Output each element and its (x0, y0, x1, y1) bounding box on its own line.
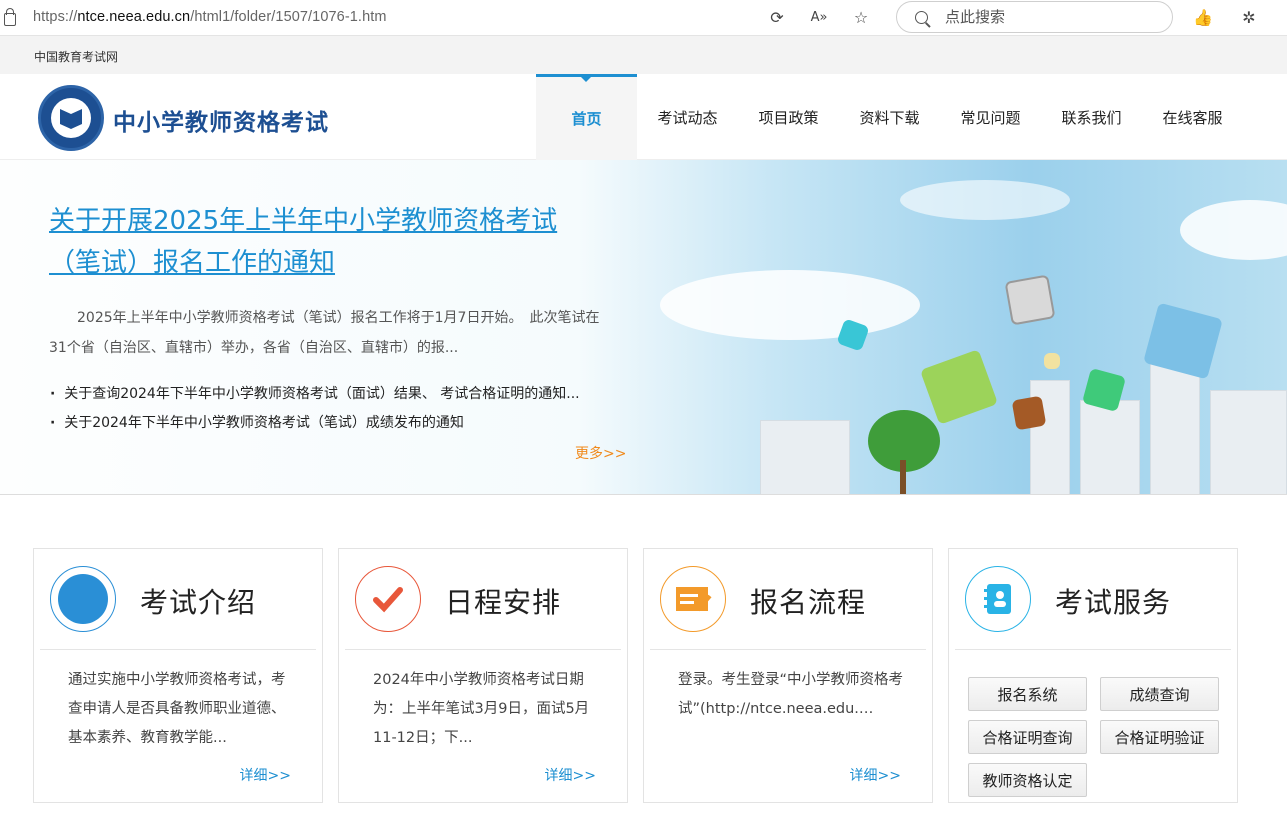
nav-item-home[interactable]: 首页 (536, 74, 637, 160)
nav-item-downloads[interactable]: 资料下载 (839, 74, 940, 160)
city-skyline (760, 420, 850, 494)
news-item-link[interactable]: 关于查询2024年下半年中小学教师资格考试（面试）结果、 考试合格证明的通知..… (50, 380, 579, 409)
logo-emblem-icon[interactable] (38, 85, 104, 151)
site-header: 中小学教师资格考试 首页 考试动态 项目政策 资料下载 常见问题 联系我们 在线… (0, 74, 1287, 160)
tree-trunk (900, 460, 906, 494)
registration-system-button[interactable]: 报名系统 (968, 677, 1087, 711)
certificate-query-button[interactable]: 合格证明查询 (968, 720, 1087, 754)
read-aloud-icon[interactable]: A» (808, 6, 830, 28)
card-detail-link[interactable]: 详细>> (850, 765, 901, 785)
certificate-verify-button[interactable]: 合格证明验证 (1100, 720, 1219, 754)
city-skyline (1080, 400, 1140, 494)
city-skyline (1150, 360, 1200, 494)
card-title[interactable]: 考试介绍 (140, 581, 256, 621)
city-skyline (1210, 390, 1287, 494)
card-text: 通过实施中小学教师资格考试，考查申请人是否具备教师职业道德、基本素养、教育教学能… (68, 672, 286, 746)
card-text: 2024年中小学教师资格考试日期为：上半年笔试3月9日，面试5月11-12日；下… (373, 672, 590, 746)
thumbs-up-icon[interactable]: 👍 (1192, 6, 1214, 28)
card-divider (345, 649, 621, 650)
card-title[interactable]: 考试服务 (1055, 581, 1171, 621)
nav-item-faq[interactable]: 常见问题 (940, 74, 1041, 160)
contact-book-icon (965, 566, 1031, 632)
card-registration-process: 报名流程 登录。考生登录“中小学教师资格考试”(http://ntce.neea… (643, 548, 933, 803)
card-title[interactable]: 报名流程 (750, 581, 866, 621)
card-divider (650, 649, 926, 650)
refresh-translate-icon[interactable]: ⟳ (766, 6, 788, 28)
card-exam-services: 考试服务 报名系统 成绩查询 合格证明查询 合格证明验证 教师资格认定 (948, 548, 1238, 803)
form-edit-icon (660, 566, 726, 632)
card-exam-intro: 考试介绍 通过实施中小学教师资格考试，考查申请人是否具备教师职业道德、基本素养、… (33, 548, 323, 803)
nav-item-policy[interactable]: 项目政策 (738, 74, 839, 160)
checkmark-icon (355, 566, 421, 632)
browser-search-box[interactable] (896, 1, 1173, 33)
green-cube-decoration (919, 349, 999, 425)
card-detail-link[interactable]: 详细>> (545, 765, 596, 785)
document-pen-icon (50, 566, 116, 632)
card-divider (40, 649, 316, 650)
url-text[interactable]: https://ntce.neea.edu.cn/html1/folder/15… (33, 9, 387, 25)
lock-icon[interactable] (4, 7, 16, 26)
banner-news-list: 关于查询2024年下半年中小学教师资格考试（面试）结果、 考试合格证明的通知..… (50, 380, 580, 438)
score-query-button[interactable]: 成绩查询 (1100, 677, 1219, 711)
top-strip: 中国教育考试网 (0, 36, 1287, 74)
extensions-icon[interactable]: ✲ (1238, 6, 1260, 28)
cloud-decoration (900, 180, 1070, 220)
card-title[interactable]: 日程安排 (445, 581, 561, 621)
cube-decoration (1011, 395, 1047, 431)
news-item-link[interactable]: 关于2024年下半年中小学教师资格考试（笔试）成绩发布的通知 (50, 409, 580, 438)
card-text: 登录。考生登录“中小学教师资格考试”(http://ntce.neea.edu.… (678, 672, 904, 717)
url-field[interactable]: https://ntce.neea.edu.cn/html1/folder/15… (0, 0, 886, 34)
card-detail-link[interactable]: 详细>> (240, 765, 291, 785)
cloud-decoration (660, 270, 920, 340)
banner-headline-link[interactable]: 关于开展2025年上半年中小学教师资格考试（笔试）报名工作的通知 (49, 200, 609, 284)
banner-summary: 2025年上半年中小学教师资格考试（笔试）报名工作将于1月7日开始。 此次笔试在… (49, 310, 600, 356)
news-banner: 关于开展2025年上半年中小学教师资格考试（笔试）报名工作的通知 2025年上半… (0, 160, 1287, 495)
main-nav: 首页 考试动态 项目政策 资料下载 常见问题 联系我们 在线客服 (536, 74, 1243, 160)
card-divider (955, 649, 1231, 650)
neea-home-link[interactable]: 中国教育考试网 (34, 48, 118, 65)
card-schedule: 日程安排 2024年中小学教师资格考试日期为：上半年笔试3月9日，面试5月11-… (338, 548, 628, 803)
cloud-decoration (1180, 200, 1287, 260)
browser-address-bar: https://ntce.neea.edu.cn/html1/folder/15… (0, 0, 1287, 36)
nav-item-online-service[interactable]: 在线客服 (1142, 74, 1243, 160)
nav-item-contact[interactable]: 联系我们 (1041, 74, 1142, 160)
piano-cube-decoration (1004, 274, 1056, 326)
search-icon (915, 10, 928, 24)
search-input[interactable] (945, 8, 1145, 26)
site-logo-text[interactable]: 中小学教师资格考试 (113, 103, 329, 137)
cube-decoration (1044, 353, 1060, 369)
teacher-qualification-button[interactable]: 教师资格认定 (968, 763, 1087, 797)
more-news-link[interactable]: 更多>> (575, 443, 626, 463)
nav-item-exam-news[interactable]: 考试动态 (637, 74, 738, 160)
favorite-star-icon[interactable]: ☆ (850, 6, 872, 28)
